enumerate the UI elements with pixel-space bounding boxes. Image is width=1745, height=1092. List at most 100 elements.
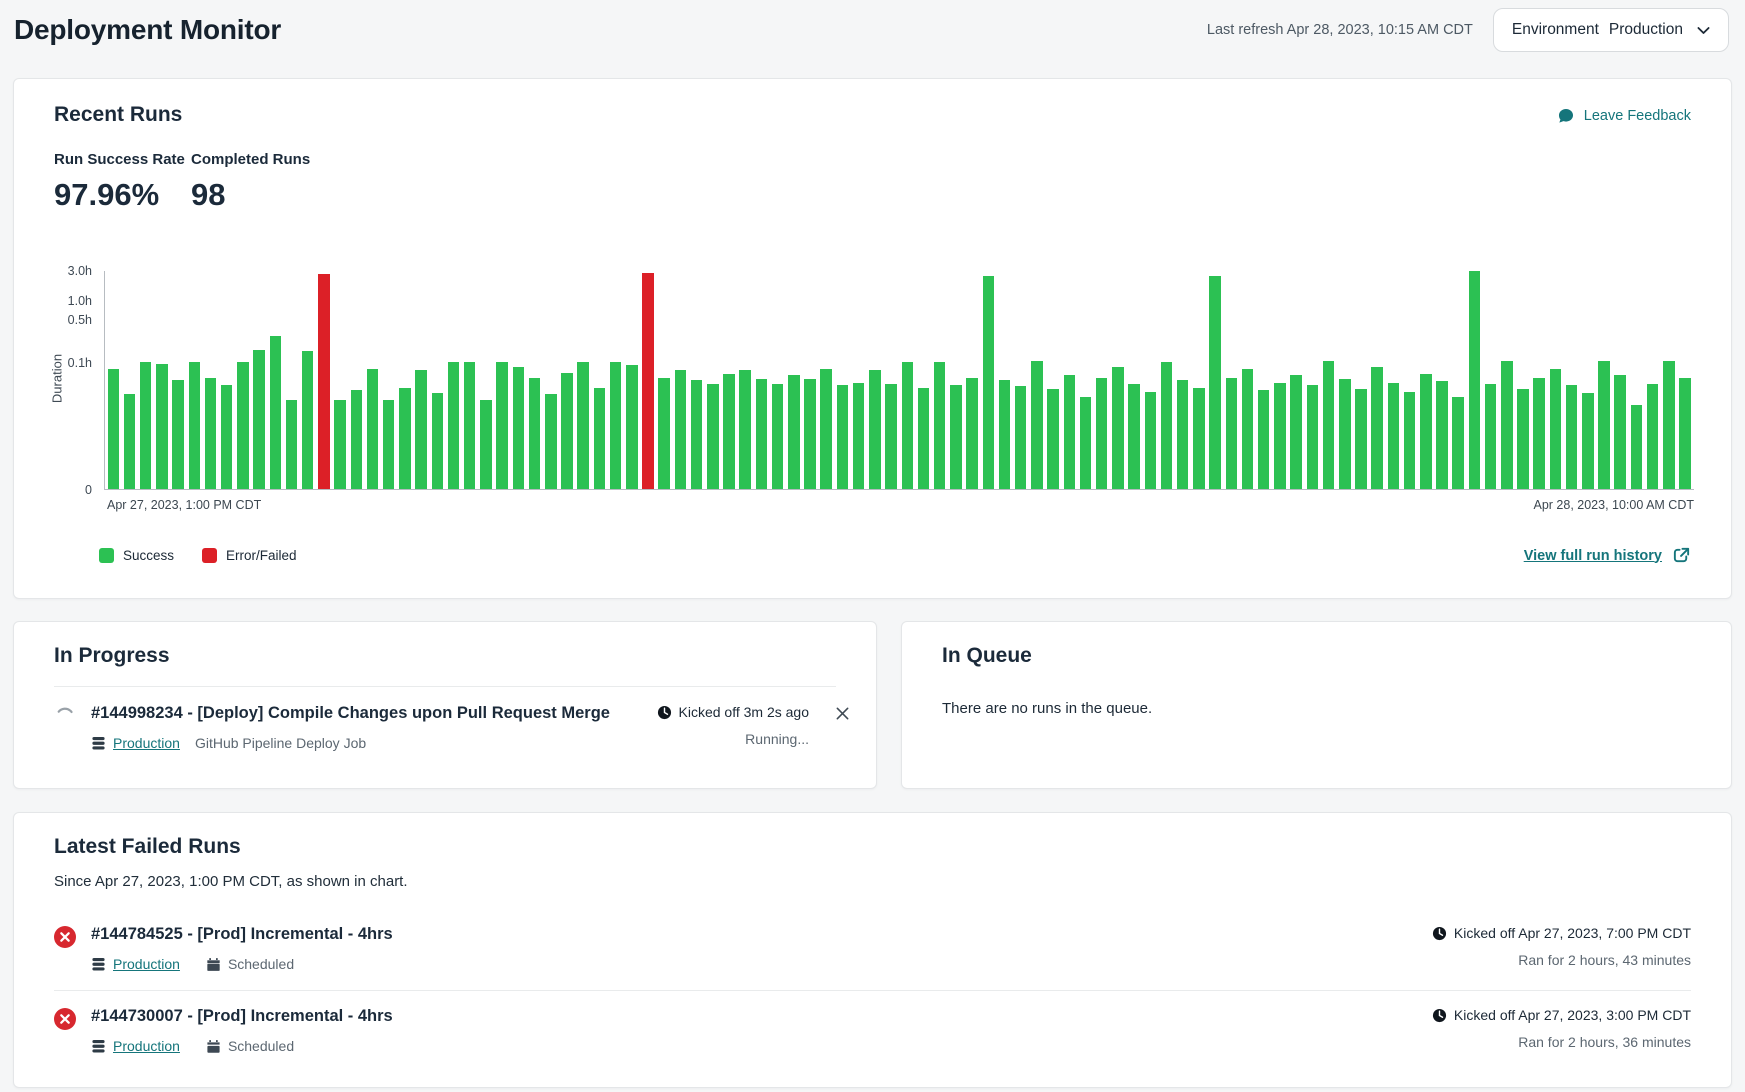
chart-bar-success[interactable]: [1242, 369, 1254, 489]
view-full-run-history-link[interactable]: View full run history: [1524, 546, 1691, 565]
chart-bar-success[interactable]: [1647, 384, 1659, 489]
chart-bar-success[interactable]: [1274, 383, 1286, 489]
chart-bar-success[interactable]: [1485, 384, 1497, 489]
chart-bar-success[interactable]: [1663, 361, 1675, 489]
chart-bar-success[interactable]: [853, 383, 865, 489]
chart-bar-success[interactable]: [221, 385, 233, 489]
chart-bar-success[interactable]: [140, 362, 152, 489]
chart-bar-success[interactable]: [545, 394, 557, 489]
chart-bar-success[interactable]: [383, 400, 395, 489]
chart-bar-success[interactable]: [1096, 378, 1108, 489]
chart-bar-success[interactable]: [1080, 397, 1092, 489]
chart-bar-success[interactable]: [707, 384, 719, 489]
chart-bar-success[interactable]: [399, 388, 411, 489]
chart-bar-success[interactable]: [172, 380, 184, 489]
chart-bar-success[interactable]: [286, 400, 298, 489]
chart-bar-success[interactable]: [739, 370, 751, 489]
chart-bar-success[interactable]: [237, 362, 249, 489]
chart-bar-success[interactable]: [772, 384, 784, 489]
environment-link[interactable]: Production: [113, 1038, 180, 1054]
chart-bar-success[interactable]: [1112, 367, 1124, 489]
environment-link[interactable]: Production: [113, 735, 180, 751]
chart-bar-success[interactable]: [820, 369, 832, 489]
chart-bar-success[interactable]: [950, 385, 962, 489]
chart-bar-success[interactable]: [885, 384, 897, 489]
chart-bar-success[interactable]: [1177, 380, 1189, 489]
chart-bar-success[interactable]: [658, 378, 670, 489]
chart-bar-success[interactable]: [869, 370, 881, 489]
chart-bar-success[interactable]: [1501, 361, 1513, 489]
chart-bar-success[interactable]: [1631, 405, 1643, 489]
chart-bar-success[interactable]: [1566, 385, 1578, 489]
chart-bar-success[interactable]: [351, 390, 363, 489]
chart-bar-success[interactable]: [480, 400, 492, 489]
chart-bar-success[interactable]: [966, 378, 978, 489]
chart-bar-success[interactable]: [1209, 276, 1221, 489]
chart-bar-success[interactable]: [270, 336, 282, 489]
chart-bar-success[interactable]: [1161, 362, 1173, 489]
chart-bar-success[interactable]: [415, 370, 427, 489]
chart-bar-success[interactable]: [253, 350, 265, 489]
chart-bar-success[interactable]: [334, 400, 346, 489]
chart-bar-success[interactable]: [1517, 389, 1529, 489]
chart-bar-success[interactable]: [837, 385, 849, 489]
chart-bar-success[interactable]: [205, 378, 217, 489]
chart-bar-success[interactable]: [626, 365, 638, 489]
chart-bar-success[interactable]: [1436, 381, 1448, 489]
chart-bar-success[interactable]: [302, 351, 314, 489]
chart-bar-success[interactable]: [1371, 367, 1383, 489]
leave-feedback-link[interactable]: Leave Feedback: [1557, 107, 1691, 125]
chart-bar-success[interactable]: [1533, 378, 1545, 489]
chart-bar-success[interactable]: [1031, 361, 1043, 489]
chart-bar-success[interactable]: [1323, 361, 1335, 489]
chart-bar-success[interactable]: [1550, 369, 1562, 489]
chart-bar-success[interactable]: [1015, 386, 1027, 489]
chart-bar-success[interactable]: [1469, 271, 1481, 489]
chart-bar-success[interactable]: [1420, 374, 1432, 489]
chart-bar-success[interactable]: [1064, 375, 1076, 489]
chart-bar-success[interactable]: [464, 362, 476, 489]
chart-bar-success[interactable]: [934, 362, 946, 489]
chart-bar-success[interactable]: [561, 373, 573, 489]
chart-bar-success[interactable]: [1145, 392, 1157, 489]
chart-bar-success[interactable]: [804, 379, 816, 489]
chart-bar-failed[interactable]: [642, 273, 654, 489]
environment-selector[interactable]: Environment Production: [1493, 8, 1729, 52]
chart-bar-success[interactable]: [756, 379, 768, 489]
chart-bar-failed[interactable]: [318, 274, 330, 489]
chart-bar-success[interactable]: [1258, 390, 1270, 489]
chart-bar-success[interactable]: [1047, 389, 1059, 489]
chart-bar-success[interactable]: [691, 380, 703, 489]
chart-bar-success[interactable]: [124, 394, 136, 489]
chart-bar-success[interactable]: [1307, 385, 1319, 489]
chart-bar-success[interactable]: [496, 362, 508, 489]
chart-bar-success[interactable]: [902, 362, 914, 489]
chart-bar-success[interactable]: [1598, 361, 1610, 489]
chart-bar-success[interactable]: [1193, 388, 1205, 489]
chart-bar-success[interactable]: [1226, 378, 1238, 489]
chart-bar-success[interactable]: [156, 364, 168, 489]
chart-bar-success[interactable]: [594, 388, 606, 489]
chart-bar-success[interactable]: [983, 276, 995, 489]
chart-bar-success[interactable]: [675, 370, 687, 489]
chart-bar-success[interactable]: [448, 362, 460, 489]
environment-link[interactable]: Production: [113, 956, 180, 972]
chart-bar-success[interactable]: [529, 378, 541, 489]
chart-bar-success[interactable]: [1355, 389, 1367, 489]
chart-bar-success[interactable]: [432, 393, 444, 489]
chart-bar-success[interactable]: [1679, 378, 1691, 489]
chart-bar-success[interactable]: [918, 388, 930, 489]
chart-bar-success[interactable]: [1404, 392, 1416, 489]
chart-bar-success[interactable]: [513, 367, 525, 489]
chart-bar-success[interactable]: [108, 369, 120, 489]
chart-bar-success[interactable]: [610, 362, 622, 489]
chart-bar-success[interactable]: [999, 380, 1011, 489]
chart-bar-success[interactable]: [1128, 384, 1140, 489]
chart-bar-success[interactable]: [1290, 375, 1302, 489]
close-icon[interactable]: [835, 706, 850, 721]
chart-bar-success[interactable]: [1452, 397, 1464, 489]
chart-bar-success[interactable]: [723, 374, 735, 489]
chart-bar-success[interactable]: [1339, 379, 1351, 489]
chart-bar-success[interactable]: [1388, 383, 1400, 489]
chart-bar-success[interactable]: [1582, 393, 1594, 489]
